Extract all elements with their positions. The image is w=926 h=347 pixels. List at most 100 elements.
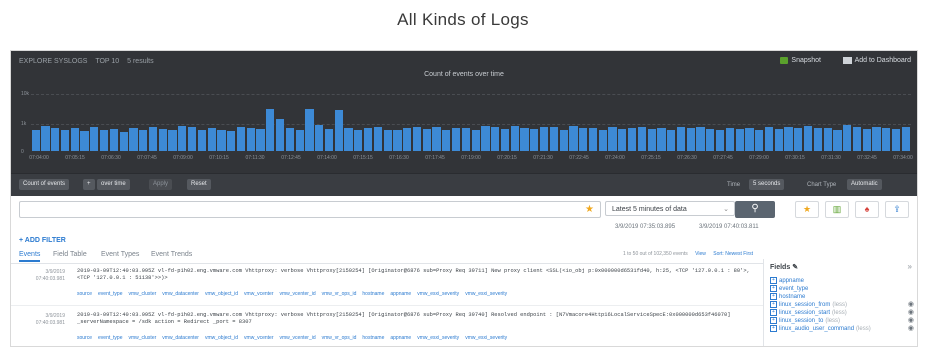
- count-select[interactable]: Count of events: [19, 179, 70, 190]
- chart-bar[interactable]: [344, 127, 353, 151]
- dashboard-add-icon[interactable]: ▥: [825, 201, 849, 218]
- event-tag[interactable]: vmw_object_id: [205, 291, 238, 297]
- chart-bar[interactable]: [207, 128, 216, 151]
- snapshot-button[interactable]: Snapshot: [780, 57, 821, 64]
- tab-events[interactable]: Events: [19, 251, 41, 262]
- chart-bar[interactable]: [60, 130, 70, 151]
- chart-bar[interactable]: [588, 128, 598, 151]
- chart-bar[interactable]: [90, 127, 99, 151]
- chart-bar[interactable]: [188, 127, 197, 151]
- chart-bar[interactable]: [158, 128, 167, 151]
- chart-bar[interactable]: [500, 128, 510, 151]
- event-tag[interactable]: appname: [390, 335, 411, 341]
- chart-bar[interactable]: [813, 128, 822, 151]
- event-tag[interactable]: vmw_esxi_severity: [465, 335, 507, 341]
- eye-icon[interactable]: ◉: [908, 309, 914, 317]
- sort-menu[interactable]: Sort: Newest First: [713, 251, 753, 257]
- tab-event-types[interactable]: Event Types: [101, 251, 139, 258]
- tab-event-trends[interactable]: Event Trends: [151, 251, 192, 258]
- chart-bar[interactable]: [843, 125, 852, 151]
- chart-bar[interactable]: [246, 128, 255, 151]
- chart-bar[interactable]: [354, 129, 363, 151]
- event-tag[interactable]: source: [77, 335, 92, 341]
- chart-bar[interactable]: [178, 125, 187, 151]
- collapse-icon[interactable]: »: [908, 262, 912, 271]
- chart-bar[interactable]: [129, 128, 138, 151]
- chart-bar[interactable]: [549, 126, 558, 151]
- event-row[interactable]: 3/9/2019 07:40:03.981 2019-03-09T12:40:0…: [11, 309, 763, 346]
- view-menu[interactable]: View: [695, 251, 706, 257]
- chart-bar[interactable]: [315, 124, 324, 151]
- chart-bar[interactable]: [324, 128, 334, 151]
- chart-bar[interactable]: [403, 128, 412, 151]
- interval-select[interactable]: 5 seconds: [749, 179, 785, 190]
- chart-bar[interactable]: [51, 128, 60, 151]
- time-range-select[interactable]: Latest 5 minutes of data ⌄: [605, 201, 735, 216]
- apply-button[interactable]: Apply: [149, 179, 173, 190]
- event-tag[interactable]: vmw_vcenter_id: [280, 335, 316, 341]
- field-item[interactable]: + linux_session_from (less) ◉: [770, 301, 914, 309]
- chart-bar[interactable]: [227, 130, 236, 151]
- chart-bar[interactable]: [901, 126, 910, 151]
- event-tag[interactable]: vmw_datacenter: [162, 291, 199, 297]
- chart-bar[interactable]: [892, 128, 901, 151]
- chart-bar[interactable]: [471, 129, 480, 151]
- event-tag[interactable]: vmw_esxi_severity: [417, 335, 459, 341]
- event-tag[interactable]: hostname: [362, 291, 384, 297]
- chart-bar[interactable]: [579, 127, 588, 151]
- add-to-dashboard-button[interactable]: Add to Dashboard: [842, 57, 911, 64]
- event-row[interactable]: 3/9/2019 07:40:03.981 2019-03-09T12:40:0…: [11, 265, 763, 306]
- breadcrumb-item[interactable]: EXPLORE SYSLOGS: [19, 58, 87, 65]
- event-tag[interactable]: vmw_vcenter: [244, 291, 273, 297]
- chart-bar[interactable]: [706, 128, 715, 151]
- chart-bar[interactable]: [217, 129, 226, 151]
- search-button[interactable]: ⚲: [735, 201, 775, 218]
- expand-icon[interactable]: +: [770, 309, 777, 316]
- chart-bar[interactable]: [628, 127, 637, 151]
- chart-bar[interactable]: [334, 110, 343, 151]
- chart-bar[interactable]: [481, 126, 490, 151]
- eye-icon[interactable]: ◉: [908, 325, 914, 333]
- chart-bar[interactable]: [540, 127, 549, 151]
- chart-bar[interactable]: [452, 127, 461, 151]
- chart-bar[interactable]: [510, 125, 519, 151]
- chart-bar[interactable]: [70, 127, 79, 151]
- chart-bar[interactable]: [882, 128, 891, 151]
- chart-bar[interactable]: [148, 126, 158, 151]
- chart-bar[interactable]: [373, 126, 382, 151]
- chart-bar[interactable]: [725, 128, 734, 151]
- chart-bar[interactable]: [393, 130, 402, 151]
- eye-icon[interactable]: ◉: [908, 317, 914, 325]
- field-item[interactable]: + hostname: [770, 293, 914, 301]
- chart-bar[interactable]: [139, 129, 148, 151]
- event-tag[interactable]: hostname: [362, 335, 384, 341]
- event-tag[interactable]: vmw_vr_ops_id: [322, 291, 357, 297]
- pencil-icon[interactable]: ✎: [792, 264, 798, 271]
- chart-bar[interactable]: [696, 127, 705, 151]
- expand-icon[interactable]: +: [770, 325, 777, 332]
- eye-icon[interactable]: ◉: [908, 301, 914, 309]
- chart-bar[interactable]: [794, 127, 803, 151]
- chart-bar[interactable]: [862, 129, 871, 151]
- chart-bar[interactable]: [256, 129, 265, 151]
- chart-bar[interactable]: [598, 129, 607, 151]
- chart-bar[interactable]: [852, 127, 862, 151]
- chart-bar[interactable]: [676, 126, 686, 151]
- chart-bar[interactable]: [236, 127, 246, 151]
- chart-bar[interactable]: [784, 126, 793, 151]
- search-input[interactable]: ★: [19, 201, 601, 218]
- chart-bar[interactable]: [657, 128, 666, 151]
- chart-bar[interactable]: [168, 130, 177, 151]
- chart-bar[interactable]: [80, 131, 89, 151]
- event-tag[interactable]: event_type: [98, 335, 122, 341]
- chart-bar[interactable]: [608, 127, 617, 151]
- reset-button[interactable]: Reset: [187, 179, 211, 190]
- add-function-button[interactable]: +: [83, 179, 95, 190]
- expand-icon[interactable]: +: [770, 277, 777, 284]
- chart-bar[interactable]: [295, 129, 304, 151]
- chart-bar[interactable]: [833, 129, 842, 151]
- chart-bar[interactable]: [764, 127, 774, 151]
- event-tag[interactable]: vmw_esxi_severity: [417, 291, 459, 297]
- chart-bar[interactable]: [383, 129, 392, 151]
- range-to[interactable]: 3/9/2019 07:40:03.811: [699, 224, 759, 230]
